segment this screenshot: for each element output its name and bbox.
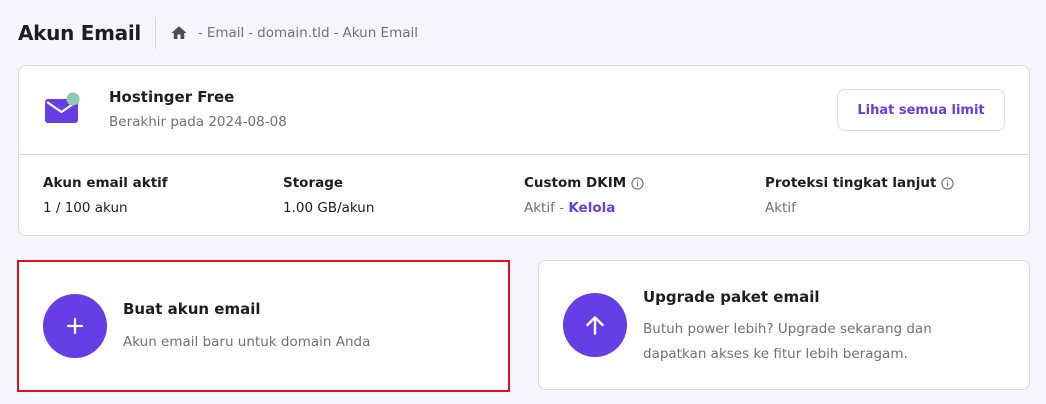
breadcrumb: - Email - domain.tld - Akun Email bbox=[170, 24, 418, 42]
breadcrumb-separator: - bbox=[248, 25, 254, 41]
arrow-up-icon bbox=[563, 293, 627, 357]
upgrade-email-title: Upgrade paket email bbox=[643, 288, 820, 306]
plan-summary: Hostinger Free Berakhir pada 2024-08-08 … bbox=[19, 66, 1029, 155]
stat-label-row: Custom DKIM bbox=[524, 175, 644, 191]
breadcrumb-item-domain[interactable]: domain.tld bbox=[257, 25, 329, 41]
stat-label: Proteksi tingkat lanjut bbox=[765, 175, 937, 191]
header-divider bbox=[154, 17, 156, 49]
mail-icon bbox=[45, 92, 81, 124]
create-email-description: Akun email baru untuk domain Anda bbox=[123, 334, 371, 350]
stat-value: Aktif bbox=[765, 200, 796, 216]
create-email-title: Buat akun email bbox=[123, 300, 261, 318]
stat-label-row: Proteksi tingkat lanjut bbox=[765, 175, 955, 191]
plan-stats: Akun email aktif 1 / 100 akun Storage 1.… bbox=[19, 155, 1029, 235]
stat-value-row: Aktif - Kelola bbox=[524, 200, 644, 216]
plus-icon bbox=[43, 294, 107, 358]
stat-label: Storage bbox=[283, 175, 344, 191]
info-icon[interactable] bbox=[941, 176, 955, 190]
stat-value: 1 / 100 akun bbox=[43, 200, 128, 216]
stat-advanced-protection: Proteksi tingkat lanjut Aktif bbox=[765, 175, 955, 216]
plan-card: Hostinger Free Berakhir pada 2024-08-08 … bbox=[18, 65, 1030, 236]
plan-expiry: Berakhir pada 2024-08-08 bbox=[109, 114, 287, 130]
stat-joiner: - bbox=[554, 200, 569, 216]
stat-label: Custom DKIM bbox=[524, 175, 627, 191]
page-header: Akun Email - Email - domain.tld - Akun E… bbox=[18, 14, 418, 52]
plan-name: Hostinger Free bbox=[109, 88, 235, 106]
stat-label: Akun email aktif bbox=[43, 175, 168, 191]
info-icon[interactable] bbox=[631, 176, 644, 190]
stat-storage: Storage 1.00 GB/akun bbox=[283, 175, 374, 216]
breadcrumb-separator: - bbox=[197, 25, 203, 41]
breadcrumb-separator: - bbox=[333, 25, 339, 41]
home-icon[interactable] bbox=[170, 24, 188, 42]
upgrade-email-description: Butuh power lebih? Upgrade sekarang dan … bbox=[643, 321, 932, 362]
stat-value: Aktif bbox=[524, 200, 555, 216]
stat-custom-dkim: Custom DKIM Aktif - Kelola bbox=[524, 175, 644, 216]
stat-value: 1.00 GB/akun bbox=[283, 200, 375, 216]
view-all-limits-button[interactable]: Lihat semua limit bbox=[837, 89, 1005, 131]
stat-active-accounts: Akun email aktif 1 / 100 akun bbox=[43, 175, 168, 216]
create-email-account-card[interactable]: Buat akun email Akun email baru untuk do… bbox=[17, 260, 510, 392]
breadcrumb-item-email[interactable]: Email bbox=[207, 25, 244, 41]
page-title: Akun Email bbox=[18, 21, 141, 45]
breadcrumb-item-current: Akun Email bbox=[342, 25, 419, 41]
upgrade-email-plan-card[interactable]: Upgrade paket email Butuh power lebih? U… bbox=[538, 260, 1030, 390]
manage-dkim-link[interactable]: Kelola bbox=[568, 200, 615, 216]
